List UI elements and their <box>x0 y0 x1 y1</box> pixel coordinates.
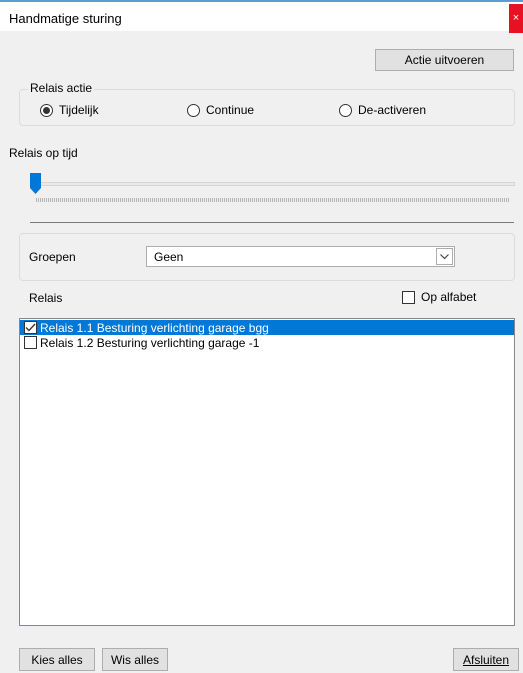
relay-action-legend: Relais actie <box>28 81 95 95</box>
title-bar: Handmatige sturing × <box>0 0 523 33</box>
alphabetical-label: Op alfabet <box>421 290 477 304</box>
radio-indicator[interactable] <box>40 103 53 117</box>
list-item-checkbox[interactable] <box>24 321 37 334</box>
check-icon <box>25 323 36 332</box>
slider-track <box>30 182 515 186</box>
radio-tijdelijk[interactable]: Tijdelijk <box>40 103 99 117</box>
separator-line <box>30 222 514 223</box>
list-item[interactable]: Relais 1.1 Besturing verlichting garage … <box>20 320 514 335</box>
close-label: Afsluiten <box>462 652 510 667</box>
list-item[interactable]: Relais 1.2 Besturing verlichting garage … <box>20 335 514 350</box>
chevron-down-icon[interactable] <box>436 248 453 265</box>
groups-dropdown[interactable]: Geen <box>146 246 455 267</box>
radio-de-activeren[interactable]: De-activeren <box>339 103 426 117</box>
clear-all-label: Wis alles <box>110 652 159 667</box>
slider-thumb[interactable] <box>30 173 42 195</box>
window-title: Handmatige sturing <box>9 11 122 26</box>
radio-label: De-activeren <box>358 103 427 117</box>
clear-all-button[interactable]: Wis alles <box>102 648 168 671</box>
alphabetical-checkbox-box[interactable] <box>402 290 415 304</box>
execute-action-button[interactable]: Actie uitvoeren <box>375 49 514 71</box>
close-icon: × <box>512 12 520 24</box>
radio-continue[interactable]: Continue <box>187 103 254 117</box>
radio-indicator[interactable] <box>187 103 200 117</box>
relays-label: Relais <box>29 291 63 305</box>
relay-time-label: Relais op tijd <box>9 146 78 160</box>
relays-list[interactable]: Relais 1.1 Besturing verlichting garage … <box>19 318 515 626</box>
radio-label: Tijdelijk <box>59 103 99 117</box>
list-item-label: Relais 1.1 Besturing verlichting garage … <box>40 320 269 335</box>
select-all-button[interactable]: Kies alles <box>19 648 95 671</box>
radio-label: Continue <box>206 103 255 117</box>
relay-time-slider[interactable] <box>30 173 515 213</box>
radio-indicator[interactable] <box>339 103 352 117</box>
select-all-label: Kies alles <box>31 652 83 667</box>
execute-action-label: Actie uitvoeren <box>404 53 485 67</box>
slider-ticks <box>36 198 510 202</box>
close-window-button[interactable]: × <box>509 4 523 33</box>
list-item-checkbox[interactable] <box>24 336 37 349</box>
list-item-label: Relais 1.2 Besturing verlichting garage … <box>40 335 260 350</box>
close-button[interactable]: Afsluiten <box>453 648 519 671</box>
groups-dropdown-value: Geen <box>154 249 184 264</box>
groups-label: Groepen <box>29 250 76 264</box>
alphabetical-checkbox[interactable]: Op alfabet <box>402 290 476 304</box>
